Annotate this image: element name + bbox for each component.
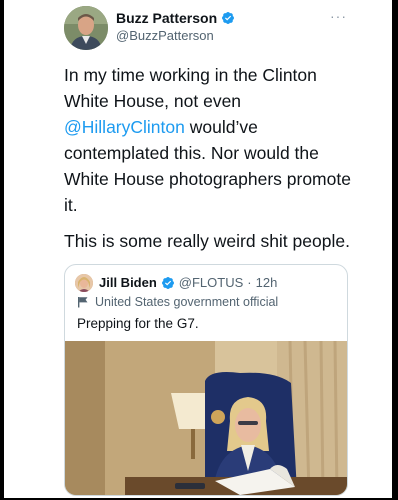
- quoted-author-avatar[interactable]: [75, 274, 93, 292]
- quoted-photo[interactable]: [65, 341, 347, 495]
- tweet-paragraph-2: This is some really weird shit people.: [64, 231, 350, 251]
- more-options-icon[interactable]: ···: [330, 9, 347, 23]
- tweet-text: In my time working in the Clinton White …: [64, 62, 364, 254]
- mention-link[interactable]: @HillaryClinton: [64, 117, 185, 137]
- quoted-author-name[interactable]: Jill Biden: [99, 275, 157, 290]
- quoted-header: Jill Biden @FLOTUS · 12h: [99, 275, 277, 290]
- author-avatar[interactable]: [64, 6, 108, 50]
- government-flag-icon: [78, 297, 88, 308]
- author-name[interactable]: Buzz Patterson: [116, 10, 217, 26]
- tweet-card: Buzz Patterson @BuzzPatterson ··· In my …: [4, 0, 392, 498]
- quoted-separator: ·: [247, 275, 252, 290]
- government-label-text: United States government official: [95, 295, 279, 309]
- quoted-author-handle[interactable]: @FLOTUS: [179, 275, 243, 290]
- government-label[interactable]: United States government official: [77, 295, 278, 309]
- tweet-paragraph-1: In my time working in the Clinton White …: [64, 62, 364, 218]
- quoted-text: Prepping for the G7.: [77, 316, 199, 331]
- author-handle[interactable]: @BuzzPatterson: [116, 28, 214, 43]
- quoted-tweet[interactable]: Jill Biden @FLOTUS · 12h United States g…: [64, 264, 348, 496]
- author-name-row[interactable]: Buzz Patterson: [116, 10, 235, 26]
- quoted-timestamp[interactable]: 12h: [256, 275, 278, 290]
- verified-badge-icon: [222, 12, 235, 24]
- tweet-text-part-1: In my time working in the Clinton White …: [64, 65, 317, 111]
- quoted-verified-badge-icon: [161, 276, 174, 289]
